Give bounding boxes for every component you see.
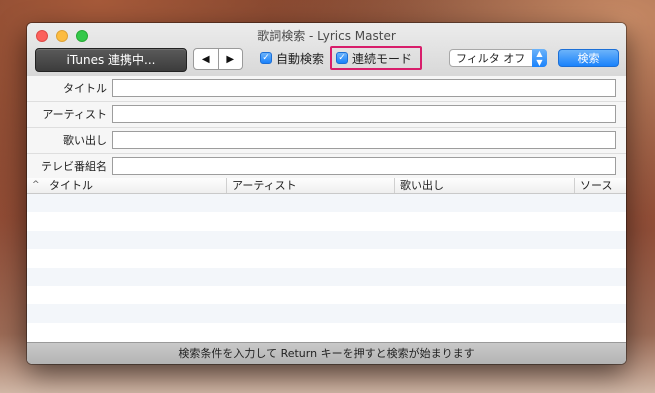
table-row [27, 194, 626, 213]
checkmark-icon: ✓ [260, 52, 272, 64]
table-row [27, 304, 626, 323]
continuous-mode-checkbox[interactable]: ✓ 連続モード [336, 50, 412, 66]
search-form: タイトル アーティスト 歌い出し テレビ番組名 [27, 76, 626, 180]
column-header-artist[interactable]: アーティスト [227, 178, 395, 193]
title-input[interactable] [112, 79, 616, 97]
checkmark-icon: ✓ [336, 52, 348, 64]
artist-label: アーティスト [42, 108, 107, 121]
right-arrow-icon: ▶ [226, 53, 235, 65]
sort-ascending-icon: ^ [32, 180, 40, 190]
table-row [27, 267, 626, 286]
table-row [27, 322, 626, 342]
form-row-artist: アーティスト [27, 102, 626, 128]
lyrics-start-label: 歌い出し [63, 134, 107, 147]
artist-input[interactable] [112, 105, 616, 123]
table-row [27, 249, 626, 268]
form-row-title: タイトル [27, 76, 626, 102]
tv-program-input[interactable] [112, 157, 616, 175]
results-table-body[interactable] [27, 194, 626, 342]
status-bar: 検索条件を入力して Return キーを押すと検索が始まります [27, 342, 626, 364]
table-row [27, 285, 626, 305]
column-header-title[interactable]: ^ タイトル [27, 178, 227, 193]
filter-select[interactable]: フィルタ オフ ▲ ▼ [449, 49, 547, 67]
next-track-button[interactable]: ▶ [217, 49, 243, 69]
column-header-source[interactable]: ソース [575, 178, 626, 193]
tv-program-label: テレビ番組名 [41, 160, 107, 173]
left-arrow-icon: ◀ [201, 53, 210, 65]
search-button[interactable]: 検索 [558, 49, 619, 67]
table-row [27, 212, 626, 231]
title-bar: 歌詞検索 - Lyrics Master iTunes 連携中... ◀ ▶ ✓… [27, 23, 626, 77]
previous-track-button[interactable]: ◀ [194, 49, 218, 69]
itunes-sync-button[interactable]: iTunes 連携中... [35, 48, 187, 72]
results-table-header: ^ タイトル アーティスト 歌い出し ソース [27, 178, 626, 194]
select-stepper-icon: ▲ ▼ [532, 49, 547, 67]
title-label: タイトル [63, 82, 107, 95]
lyrics-start-input[interactable] [112, 131, 616, 149]
table-row [27, 230, 626, 250]
track-navigation: ◀ ▶ [193, 48, 243, 70]
column-header-lyrics-start[interactable]: 歌い出し [395, 178, 575, 193]
auto-search-checkbox[interactable]: ✓ 自動検索 [260, 50, 324, 66]
lyrics-master-window: 歌詞検索 - Lyrics Master iTunes 連携中... ◀ ▶ ✓… [27, 23, 626, 364]
filter-value: フィルタ オフ [456, 52, 526, 65]
continuous-mode-label: 連続モード [352, 51, 413, 66]
form-row-lyrics-start: 歌い出し [27, 128, 626, 154]
form-row-tv-program: テレビ番組名 [27, 154, 626, 180]
auto-search-label: 自動検索 [276, 51, 325, 66]
window-title: 歌詞検索 - Lyrics Master [257, 29, 396, 43]
